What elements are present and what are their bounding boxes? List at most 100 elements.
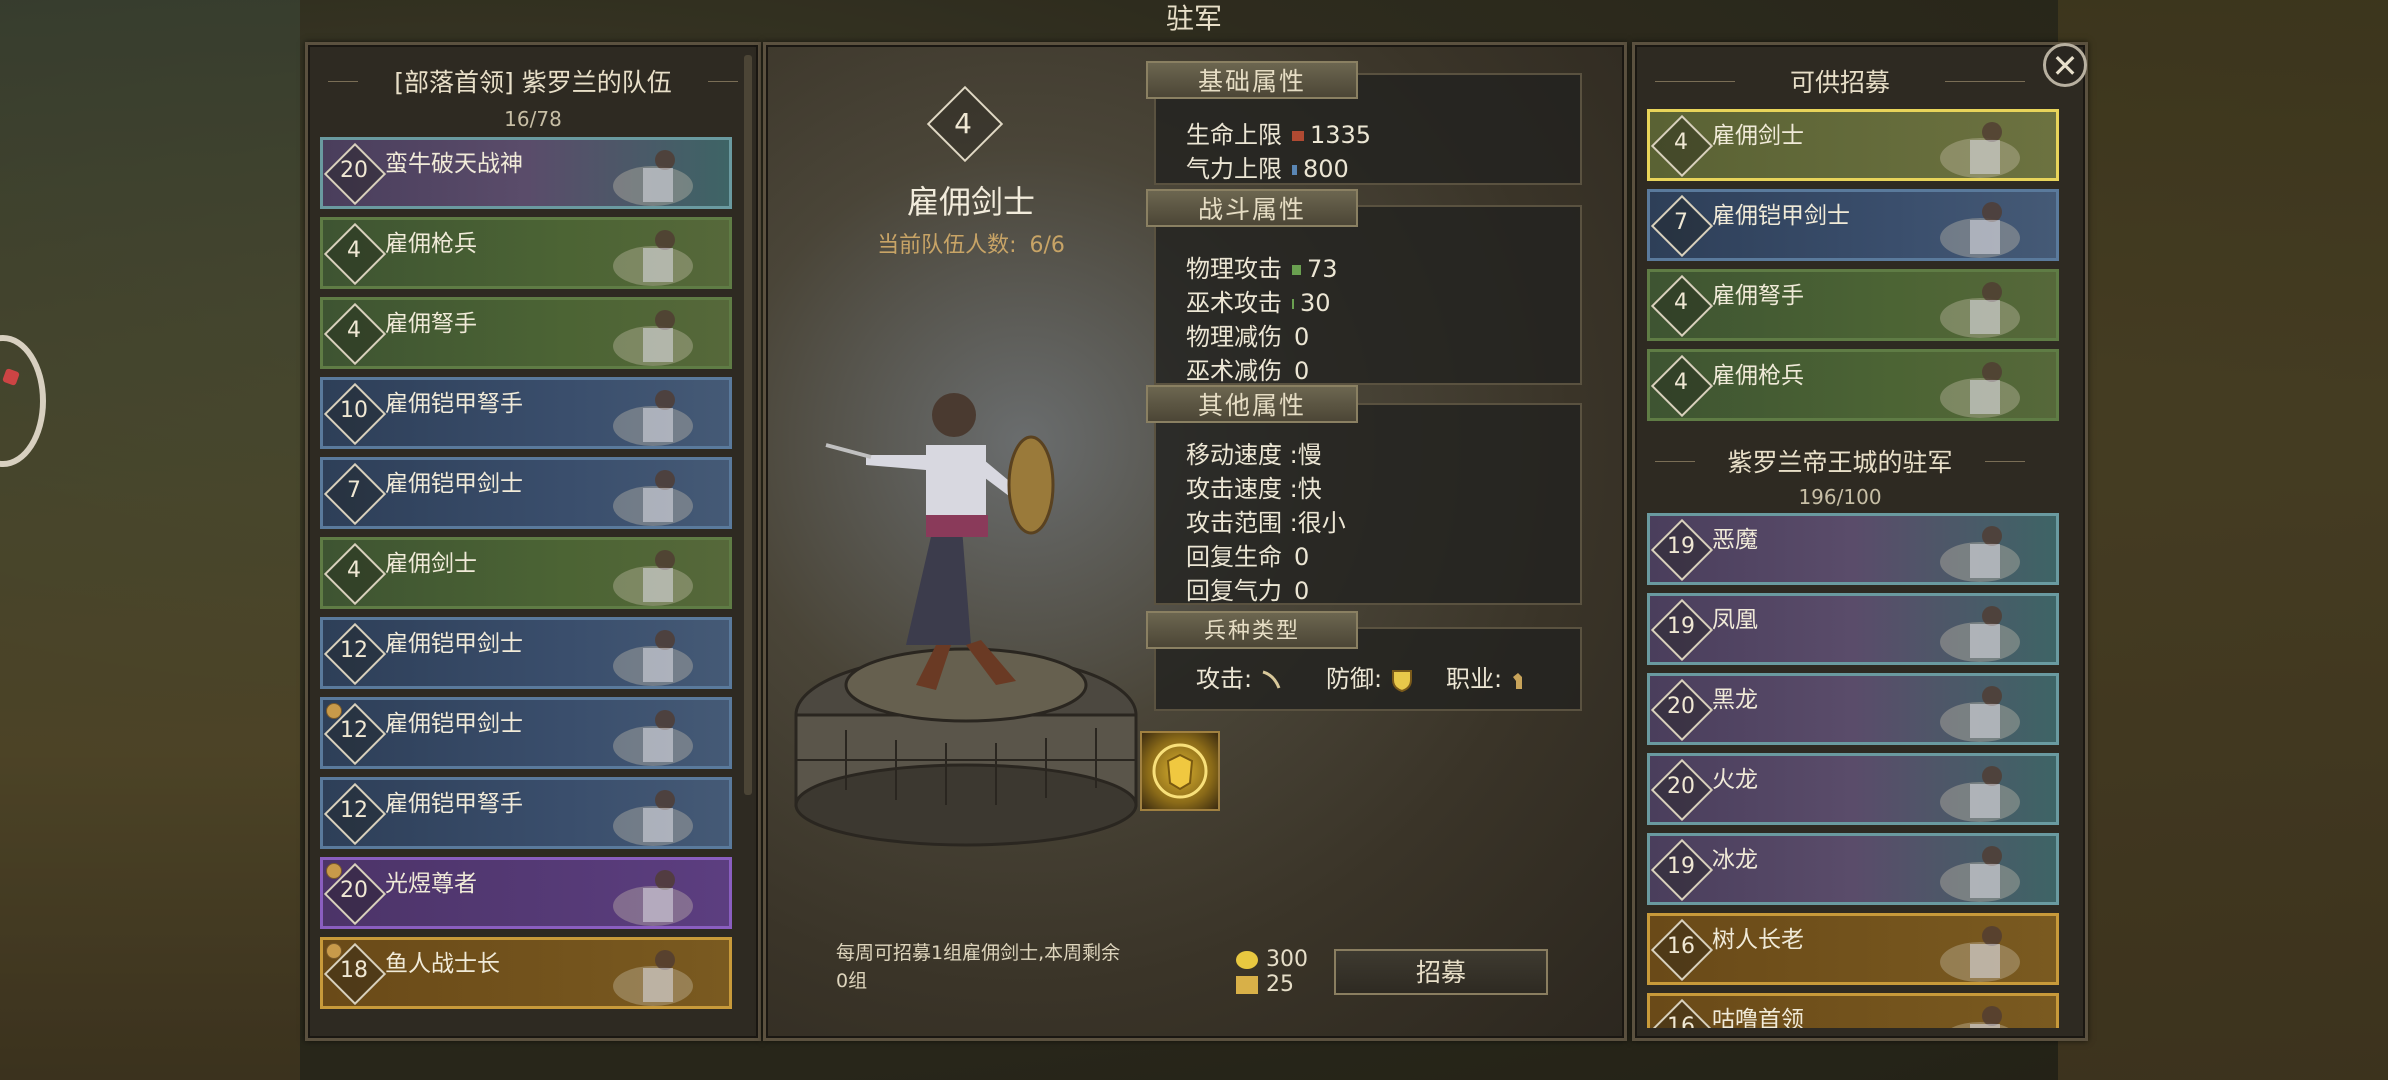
party-scrollbar[interactable] bbox=[744, 55, 752, 795]
unit-row[interactable]: 19 冰龙 bbox=[1647, 833, 2059, 905]
unit-level: 20 bbox=[1667, 694, 1695, 719]
unit-name: 雇佣铠甲弩手 bbox=[385, 391, 523, 417]
magic-atk-value: 30 bbox=[1300, 289, 1331, 317]
unit-level: 16 bbox=[1667, 1014, 1695, 1028]
title-divider-right bbox=[708, 81, 738, 82]
attack-type-label: 攻击: bbox=[1196, 665, 1253, 693]
gold-coin-icon bbox=[1236, 951, 1258, 969]
unit-name: 雇佣剑士 bbox=[1712, 123, 1804, 149]
unit-portrait bbox=[1940, 846, 2020, 902]
regen-hp-value: 0 bbox=[1294, 543, 1310, 571]
unit-level: 4 bbox=[1674, 130, 1688, 155]
combat-stats-box: 物理攻击 73 巫术攻击 30 物理减伤 0 巫术减伤 0 bbox=[1154, 205, 1582, 385]
hp-bar bbox=[1292, 131, 1304, 141]
defense-type-label: 防御: bbox=[1326, 665, 1383, 693]
unit-portrait bbox=[613, 550, 693, 606]
title-divider-left bbox=[328, 81, 358, 82]
unit-name: 鱼人战士长 bbox=[385, 951, 500, 977]
shield-icon[interactable] bbox=[1390, 668, 1414, 693]
unit-name: 雇佣枪兵 bbox=[1712, 363, 1804, 389]
regen-stamina-row: 回复气力 0 bbox=[1186, 571, 1309, 606]
unit-name: 雇佣剑士 bbox=[906, 183, 1035, 221]
unit-row[interactable]: 12 雇佣铠甲弩手 bbox=[320, 777, 732, 849]
unit-portrait bbox=[1951, 1006, 2009, 1028]
unit-name: 雇佣铠甲剑士 bbox=[385, 471, 523, 497]
unit-portrait bbox=[1940, 362, 2020, 418]
recruit-button[interactable]: 招募 bbox=[1334, 949, 1548, 995]
phys-atk-bar bbox=[1292, 265, 1301, 275]
stamina-row: 气力上限 800 bbox=[1186, 149, 1349, 184]
title-divider-left bbox=[1655, 81, 1735, 82]
unit-name: 雇佣铠甲剑士 bbox=[385, 711, 523, 737]
unit-row[interactable]: 4 雇佣剑士 bbox=[1647, 109, 2059, 181]
recruitable-unit-list: 4 雇佣剑士 7 雇佣铠甲剑士 4 雇佣弩手 4 雇佣枪兵 bbox=[1647, 109, 2059, 429]
unit-row[interactable]: 7 雇佣铠甲剑士 bbox=[320, 457, 732, 529]
unit-portrait bbox=[613, 150, 693, 206]
unit-level: 4 bbox=[954, 107, 972, 140]
stamina-label: 气力上限 bbox=[1186, 155, 1282, 183]
sword-icon[interactable] bbox=[1260, 669, 1282, 691]
golden-armor-skill-icon[interactable] bbox=[1140, 731, 1220, 811]
unit-row[interactable]: 16 咕噜首领 bbox=[1647, 993, 2059, 1028]
unit-row[interactable]: 7 雇佣铠甲剑士 bbox=[1647, 189, 2059, 261]
magic-def-label: 巫术减伤 bbox=[1186, 357, 1282, 385]
magic-def-value: 0 bbox=[1294, 357, 1310, 385]
unit-portrait bbox=[613, 710, 693, 766]
unit-level: 7 bbox=[347, 478, 361, 503]
unit-row[interactable]: 12 雇佣铠甲剑士 bbox=[320, 617, 732, 689]
unit-portrait bbox=[613, 950, 693, 1006]
unit-portrait bbox=[1940, 526, 2020, 582]
unit-level: 19 bbox=[1667, 534, 1695, 559]
title-divider-right bbox=[1945, 81, 2025, 82]
stamina-value: 800 bbox=[1303, 155, 1349, 183]
unit-level: 19 bbox=[1667, 614, 1695, 639]
unit-row[interactable]: 20 黑龙 bbox=[1647, 673, 2059, 745]
unit-portrait bbox=[794, 393, 1138, 847]
unit-level: 16 bbox=[1667, 934, 1695, 959]
unit-row[interactable]: 16 树人长老 bbox=[1647, 913, 2059, 985]
unit-row[interactable]: 19 凤凰 bbox=[1647, 593, 2059, 665]
unit-level: 12 bbox=[340, 798, 368, 823]
combat-stats-title: 战斗属性 bbox=[1146, 189, 1358, 227]
close-button[interactable]: ✕ bbox=[2043, 43, 2087, 87]
party-title: [部落首领] 紫罗兰的队伍 bbox=[394, 68, 672, 97]
garrison-divider-right bbox=[1985, 461, 2025, 462]
unit-portrait bbox=[1940, 926, 2020, 982]
unit-row[interactable]: 4 雇佣弩手 bbox=[320, 297, 732, 369]
party-title-row: [部落首领] 紫罗兰的队伍 bbox=[308, 63, 758, 99]
unit-name: 雇佣枪兵 bbox=[385, 231, 477, 257]
hp-row: 生命上限 1335 bbox=[1186, 115, 1371, 150]
unit-row[interactable]: 4 雇佣剑士 bbox=[320, 537, 732, 609]
unit-row[interactable]: 4 雇佣弩手 bbox=[1647, 269, 2059, 341]
unit-row[interactable]: 20 蛮牛破天战神 bbox=[320, 137, 732, 209]
unit-portrait bbox=[613, 630, 693, 686]
unit-portrait bbox=[613, 310, 693, 366]
class-type: 职业: bbox=[1446, 659, 1530, 694]
basic-stats-title: 基础属性 bbox=[1146, 61, 1358, 99]
other-stats-title: 其他属性 bbox=[1146, 385, 1358, 423]
unit-portrait bbox=[1940, 766, 2020, 822]
unit-level: 4 bbox=[347, 558, 361, 583]
unit-portrait bbox=[1940, 202, 2020, 258]
unit-row[interactable]: 12 雇佣铠甲剑士 bbox=[320, 697, 732, 769]
unit-name: 凤凰 bbox=[1712, 607, 1758, 633]
unit-row[interactable]: 4 雇佣枪兵 bbox=[1647, 349, 2059, 421]
unit-level: 19 bbox=[1667, 854, 1695, 879]
close-icon: ✕ bbox=[2051, 47, 2079, 85]
unit-level: 20 bbox=[340, 878, 368, 903]
foot-soldier-icon[interactable] bbox=[1510, 669, 1530, 691]
gold-cost-row: 300 bbox=[1236, 947, 1308, 972]
unit-portrait bbox=[1940, 686, 2020, 742]
unit-level: 4 bbox=[347, 238, 361, 263]
party-size-value: 6/6 bbox=[1029, 233, 1065, 258]
unit-row[interactable]: 19 恶魔 bbox=[1647, 513, 2059, 585]
unit-row[interactable]: 18 鱼人战士长 bbox=[320, 937, 732, 1009]
unit-row[interactable]: 4 雇佣枪兵 bbox=[320, 217, 732, 289]
medal-icon bbox=[326, 863, 342, 879]
unit-row[interactable]: 20 光煜尊者 bbox=[320, 857, 732, 929]
garrison-title-row: 紫罗兰帝王城的驻军 bbox=[1635, 443, 2045, 479]
unit-row[interactable]: 10 雇佣铠甲弩手 bbox=[320, 377, 732, 449]
stone-well-pedestal bbox=[794, 647, 1138, 847]
recruit-cost: 300 25 bbox=[1236, 947, 1308, 997]
unit-row[interactable]: 20 火龙 bbox=[1647, 753, 2059, 825]
